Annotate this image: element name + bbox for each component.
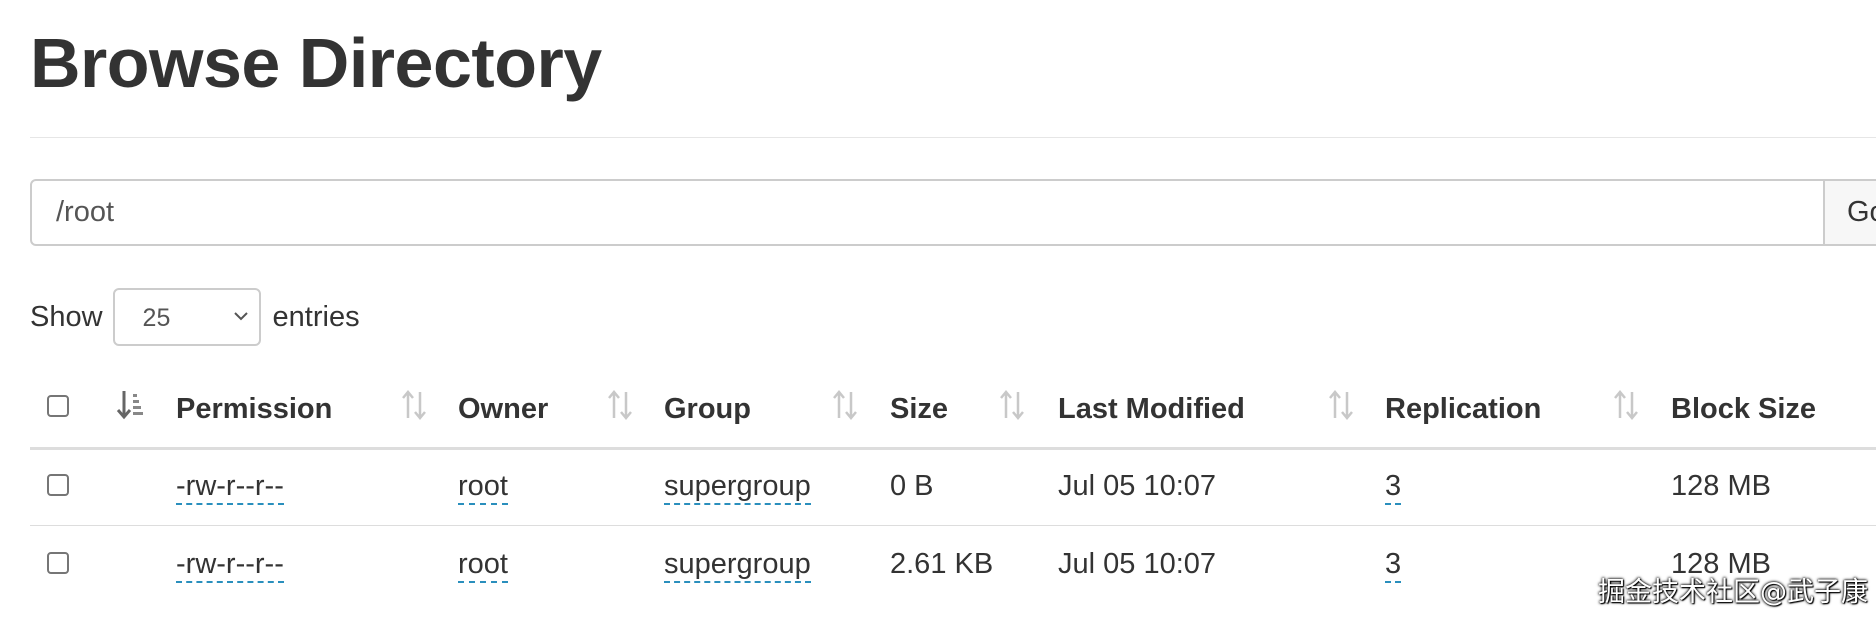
page-title: Browse Directory: [30, 24, 602, 102]
entries-selected-value: 25: [142, 304, 171, 332]
select-all-checkbox[interactable]: [47, 395, 69, 417]
row-divider: [30, 525, 1876, 526]
watermark-text: 掘金技术社区@武子康: [1598, 577, 1868, 608]
sort-both-arrows-icon[interactable]: [1326, 388, 1356, 422]
owner-cell[interactable]: root: [458, 470, 508, 505]
row-checkbox[interactable]: [47, 552, 69, 574]
column-header-permission[interactable]: Permission: [176, 393, 332, 426]
directory-path-input[interactable]: [30, 179, 1846, 246]
group-cell[interactable]: supergroup: [664, 470, 811, 505]
permission-cell[interactable]: -rw-r--r--: [176, 548, 284, 583]
column-header-size[interactable]: Size: [890, 393, 948, 426]
last-modified-cell: Jul 05 10:07: [1058, 470, 1217, 502]
row-checkbox[interactable]: [47, 474, 69, 496]
size-cell: 0 B: [890, 470, 934, 502]
table-header-row: Permission Owner Group Size Last Modifie…: [30, 380, 1876, 448]
block-size-cell: 128 MB: [1671, 470, 1771, 502]
entries-label: entries: [272, 300, 360, 333]
table-header-divider: [30, 447, 1876, 450]
group-value[interactable]: supergroup: [664, 470, 811, 505]
owner-cell[interactable]: root: [458, 548, 508, 583]
owner-value[interactable]: root: [458, 470, 508, 505]
sort-both-arrows-icon[interactable]: [830, 388, 860, 422]
permission-cell[interactable]: -rw-r--r--: [176, 470, 284, 505]
owner-value[interactable]: root: [458, 548, 508, 583]
group-cell[interactable]: supergroup: [664, 548, 811, 583]
sort-both-arrows-icon[interactable]: [997, 388, 1027, 422]
sort-both-arrows-icon[interactable]: [605, 388, 635, 422]
sort-amount-down-icon[interactable]: [116, 388, 146, 422]
sort-both-arrows-icon[interactable]: [1611, 388, 1641, 422]
chevron-down-icon: [233, 312, 248, 321]
replication-cell[interactable]: 3: [1385, 470, 1402, 505]
last-modified-cell: Jul 05 10:07: [1058, 548, 1217, 580]
show-label: Show: [30, 300, 103, 333]
size-cell: 2.61 KB: [890, 548, 994, 580]
column-header-owner[interactable]: Owner: [458, 393, 548, 426]
entries-length-control: Show 25 entries: [30, 287, 360, 347]
column-header-block-size[interactable]: Block Size: [1671, 393, 1816, 426]
go-button[interactable]: Go!: [1823, 179, 1876, 246]
entries-per-page-select[interactable]: 25: [112, 288, 261, 346]
permission-value[interactable]: -rw-r--r--: [176, 548, 284, 583]
permission-value[interactable]: -rw-r--r--: [176, 470, 284, 505]
column-header-group[interactable]: Group: [664, 393, 751, 426]
replication-cell[interactable]: 3: [1385, 548, 1402, 583]
sort-both-arrows-icon[interactable]: [399, 388, 429, 422]
replication-value[interactable]: 3: [1385, 470, 1402, 505]
column-header-replication[interactable]: Replication: [1385, 393, 1541, 426]
path-bar: Go!: [30, 179, 1876, 246]
column-header-last-modified[interactable]: Last Modified: [1058, 393, 1245, 426]
title-divider: [30, 137, 1876, 138]
group-value[interactable]: supergroup: [664, 548, 811, 583]
replication-value[interactable]: 3: [1385, 548, 1402, 583]
